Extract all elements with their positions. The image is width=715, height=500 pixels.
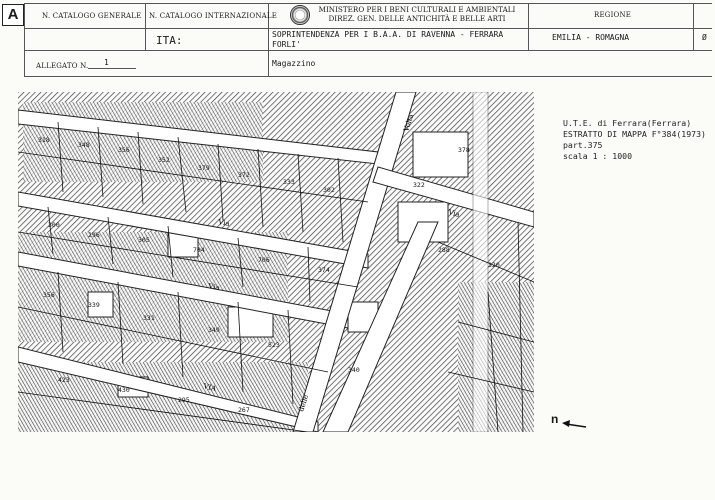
form-divider-2 [24, 50, 712, 51]
parcel-number: 423 [58, 376, 70, 384]
parcel-number: 379 [198, 164, 210, 172]
form-border-bottom [24, 76, 712, 77]
allegato-underline [88, 68, 136, 69]
parcel-number: 706 [258, 256, 270, 264]
soprintendenza-field: SOPRINTENDENZA PER I B.A.A. DI RAVENNA -… [272, 30, 503, 50]
parcel-number: 430 [118, 386, 130, 394]
parcel-number: 339 [88, 301, 100, 309]
parcel-number: 356 [118, 146, 130, 154]
form-col-divider-1 [145, 3, 146, 50]
regione-value: EMILIA - ROMAGNA [552, 33, 630, 42]
map-info-ute: U.T.E. di Ferrara(Ferrara) [563, 118, 692, 128]
parcel-number: 374 [318, 266, 330, 274]
form-divider-1 [24, 28, 712, 29]
parcel-number: 267 [238, 406, 250, 414]
section-letter: A [2, 4, 24, 26]
side-mark: Ø [702, 33, 707, 42]
north-label: n [551, 412, 559, 426]
form-col-divider-3 [528, 3, 529, 50]
ministry-header: MINISTERO PER I BENI CULTURALI E AMBIENT… [312, 5, 522, 23]
parcel-number: 322 [413, 181, 425, 189]
parcel-number: 295 [178, 396, 190, 404]
parcel-number: 340 [348, 366, 360, 374]
map-info-estratto: ESTRATTO DI MAPPA F°384(1973) [563, 129, 706, 139]
catalogo-internazionale-label: N. CATALOGO INTERNAZIONALE [149, 12, 278, 20]
parcel-number: 305 [138, 236, 150, 244]
parcel-number: 288 [438, 246, 450, 254]
catalogo-generale-label: N. CATALOGO GENERALE [42, 12, 142, 20]
parcel-number: 302 [323, 186, 335, 194]
map-info: U.T.E. di Ferrara(Ferrara) ESTRATTO DI M… [563, 118, 706, 162]
form-border-top [24, 3, 712, 4]
ita-label: ITA: [156, 34, 183, 47]
parcel-number: 352 [158, 156, 170, 164]
parcel-number: 356 [43, 291, 55, 299]
soprintendenza-line-2: FORLI' [272, 40, 301, 49]
north-arrow-icon [562, 420, 587, 428]
parcel-number: 296 [88, 231, 100, 239]
parcel-number: 331 [143, 314, 155, 322]
allegato-label: ALLEGATO N. [36, 62, 89, 70]
regione-label: REGIONE [594, 11, 632, 19]
allegato-number: 1 [104, 58, 109, 67]
parcel-number: 372 [238, 171, 250, 179]
parcel-number: 318 [38, 136, 50, 144]
parcel-number: 300 [48, 221, 60, 229]
cadastral-map: Via Via Via VIA delle Volta 318 348 356 352… [18, 92, 534, 432]
parcel-number: 378 [458, 146, 470, 154]
parcel-number: 349 [208, 326, 220, 334]
allegato-value: Magazzino [272, 59, 316, 68]
parcel-number: 704 [193, 246, 205, 254]
map-info-particella: part.375 [563, 140, 603, 150]
parcel-number: 333 [283, 178, 295, 186]
parcel-number: 523 [268, 341, 280, 349]
ministry-emblem-icon [290, 5, 310, 25]
soprintendenza-line-1: SOPRINTENDENZA PER I B.A.A. DI RAVENNA -… [272, 30, 504, 39]
ministry-line-1: MINISTERO PER I BENI CULTURALI E AMBIENT… [318, 5, 516, 14]
form-border-left [24, 3, 25, 77]
form-col-divider-4 [693, 3, 694, 50]
cadastral-map-drawing: Via Via Via VIA delle Volta 318348356352… [18, 92, 534, 432]
parcel-number: 348 [78, 141, 90, 149]
map-info-scala: scala 1 : 1000 [563, 151, 633, 161]
parcel-number: 320 [488, 261, 500, 269]
ministry-line-2: DIREZ. GEN. DELLE ANTICHITÀ E BELLE ARTI [328, 14, 506, 23]
